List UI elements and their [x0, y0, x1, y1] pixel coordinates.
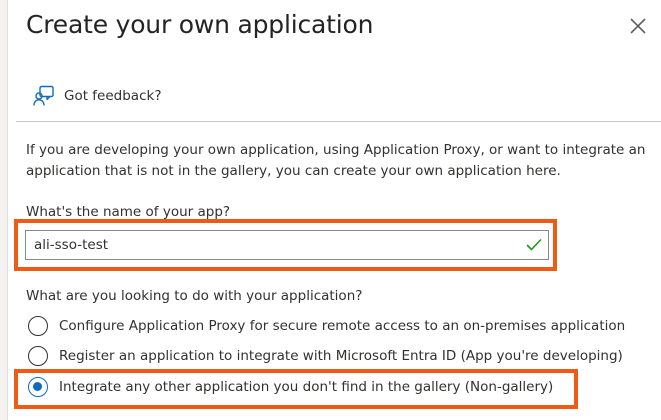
radio-button[interactable]	[28, 346, 48, 366]
create-app-panel: Create your own application Got feedback…	[8, 0, 661, 420]
close-icon	[630, 18, 646, 34]
app-name-input[interactable]	[26, 231, 524, 259]
panel-description: If you are developing your own applicati…	[26, 142, 646, 179]
option-register-app[interactable]: Register an application to integrate wit…	[28, 345, 623, 367]
panel-title: Create your own application	[26, 10, 374, 39]
app-name-field	[25, 230, 549, 260]
got-feedback-button[interactable]: Got feedback?	[33, 83, 162, 109]
app-name-label: What's the name of your app?	[26, 204, 231, 220]
checkmark-icon	[526, 239, 542, 251]
got-feedback-label: Got feedback?	[64, 88, 162, 104]
feedback-person-icon	[33, 85, 54, 106]
radio-button-selected[interactable]	[28, 377, 48, 397]
option-non-gallery[interactable]: Integrate any other application you don'…	[28, 376, 553, 398]
option-configure-app-proxy[interactable]: Configure Application Proxy for secure r…	[28, 315, 625, 337]
purpose-question: What are you looking to do with your app…	[26, 288, 363, 304]
option-label: Integrate any other application you don'…	[59, 379, 554, 395]
close-button[interactable]	[626, 14, 650, 38]
background-blade-edge	[0, 0, 8, 420]
option-label: Register an application to integrate wit…	[59, 348, 623, 364]
option-label: Configure Application Proxy for secure r…	[59, 318, 626, 334]
section-divider	[16, 121, 661, 122]
radio-button[interactable]	[28, 316, 48, 336]
